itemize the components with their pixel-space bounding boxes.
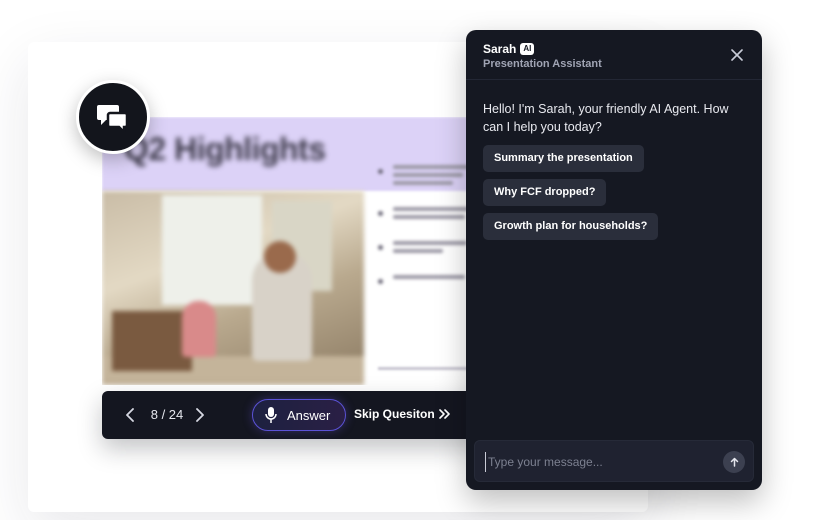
suggestion-chip-summary[interactable]: Summary the presentation — [483, 145, 644, 172]
photo-table — [112, 311, 192, 371]
slide-title: Q2 Highlights — [124, 131, 326, 167]
photo-child — [182, 301, 216, 357]
skip-question-button[interactable]: Skip Quesiton — [354, 407, 451, 421]
close-icon — [731, 49, 743, 61]
assistant-greeting-message: Hello! I'm Sarah, your friendly AI Agent… — [483, 102, 729, 134]
presentation-slide: Q2 Highlights — [102, 117, 482, 385]
message-input[interactable] — [485, 452, 715, 472]
photo-window — [162, 195, 262, 305]
bullet-text-blurred — [393, 241, 473, 257]
photo-adult-head — [264, 241, 296, 273]
close-chat-button[interactable] — [728, 46, 746, 64]
chat-fab-button[interactable] — [76, 80, 150, 154]
ai-badge: AI — [520, 43, 535, 55]
bullet-text-blurred — [393, 275, 473, 283]
suggestion-list: Summary the presentation Why FCF dropped… — [483, 145, 659, 247]
chevron-left-icon — [126, 408, 134, 422]
answer-button[interactable]: Answer — [252, 399, 346, 431]
skip-question-label: Skip Quesiton — [354, 407, 435, 421]
chat-panel-header: Sarah AI Presentation Assistant — [466, 30, 762, 80]
message-composer — [474, 440, 754, 482]
previous-slide-button[interactable] — [120, 405, 140, 425]
bullet-text-blurred — [393, 165, 473, 189]
page-counter: 8 / 24 — [150, 407, 184, 422]
next-slide-button[interactable] — [190, 405, 210, 425]
bullet-text-blurred — [393, 207, 473, 223]
agent-role: Presentation Assistant — [483, 58, 602, 70]
agent-name-row: Sarah AI — [483, 42, 535, 56]
bullet-dot — [378, 169, 383, 174]
bullet-dot — [378, 245, 383, 250]
arrow-up-icon — [730, 457, 738, 467]
send-message-button[interactable] — [723, 451, 745, 473]
presentation-control-bar: 8 / 24 Answer Skip Quesiton — [102, 391, 492, 439]
suggestion-chip-fcf[interactable]: Why FCF dropped? — [483, 179, 607, 206]
microphone-icon — [265, 407, 277, 423]
bullet-dot — [378, 279, 383, 284]
slide-footer-line — [378, 367, 468, 370]
double-chevron-right-icon — [438, 409, 450, 419]
chevron-right-icon — [196, 408, 204, 422]
answer-button-label: Answer — [287, 407, 331, 423]
suggestion-chip-growth-plan[interactable]: Growth plan for households? — [483, 213, 659, 240]
agent-name: Sarah — [483, 42, 517, 56]
bullet-dot — [378, 211, 383, 216]
chat-bubbles-icon — [97, 105, 129, 132]
slide-photo — [102, 191, 364, 385]
chat-panel: Sarah AI Presentation Assistant Hello! I… — [466, 30, 762, 490]
